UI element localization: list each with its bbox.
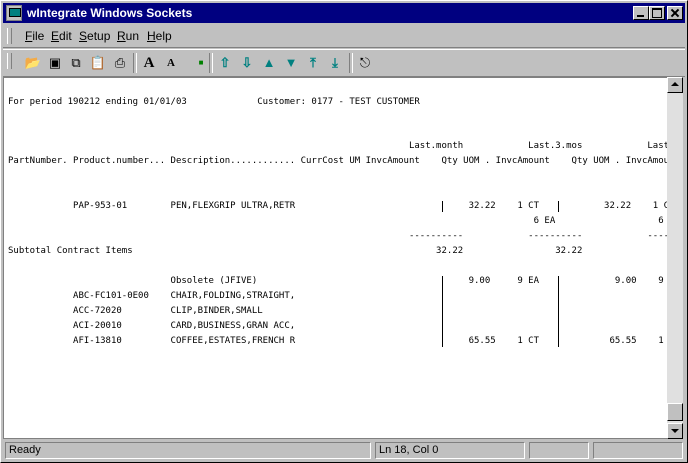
page-up-icon[interactable]: ▲ xyxy=(259,54,279,72)
menu-run[interactable]: Run xyxy=(117,29,139,43)
title-bar[interactable]: wIntegrate Windows Sockets xyxy=(3,3,685,23)
font-larger-icon[interactable]: A xyxy=(139,54,159,72)
vertical-scrollbar[interactable] xyxy=(667,77,683,439)
scroll-down-button[interactable] xyxy=(667,423,683,439)
menu-file[interactable]: File xyxy=(25,29,44,43)
menu-help[interactable]: Help xyxy=(147,29,172,43)
report-row: ACC-72020 CLIP,BINDER,SMALL xyxy=(8,306,263,316)
column-divider xyxy=(442,201,443,212)
status-text: Ready xyxy=(5,442,371,459)
page-down-icon[interactable]: ▼ xyxy=(281,54,301,72)
toolbar-separator xyxy=(133,53,137,73)
report-period-line: For period 190212 ending 01/01/03 Custom… xyxy=(8,97,420,107)
paste-icon[interactable]: 📋 xyxy=(88,54,108,72)
report-row: PAP-953-01 PEN,FLEXGRIP ULTRA,RETR 32.22… xyxy=(8,201,667,211)
maximize-button[interactable] xyxy=(649,6,665,20)
bottom-icon[interactable]: ⤓ xyxy=(325,54,345,72)
top-icon[interactable]: ⤒ xyxy=(303,54,323,72)
arrow-down-icon[interactable]: ⇩ xyxy=(237,54,257,72)
report-header-line-1: Last.month Last.3.mos Last.12mos xyxy=(8,141,667,151)
status-bar: Ready Ln 18, Col 0 xyxy=(3,441,685,461)
report-row: AFI-13810 COFFEE,ESTATES,FRENCH R 65.55 … xyxy=(8,336,667,346)
toolbar: 📂 ▣ ⧉ 📋 ⎙ A A ■ ⇧ ⇩ ▲ ▼ ⤒ ⤓ ⎋ xyxy=(3,49,685,77)
terminal-screen[interactable]: For period 190212 ending 01/01/03 Custom… xyxy=(3,77,667,439)
toolbar-separator xyxy=(209,53,213,73)
menubar-grip[interactable] xyxy=(7,28,12,44)
minimize-button[interactable] xyxy=(633,6,649,20)
menu-setup[interactable]: Setup xyxy=(79,29,110,43)
status-panel xyxy=(529,442,589,459)
menu-edit[interactable]: Edit xyxy=(51,29,72,43)
cursor-position: Ln 18, Col 0 xyxy=(375,442,525,459)
report-subtotal: Subtotal Contract Items 32.22 32.22 xyxy=(8,246,583,256)
close-button[interactable] xyxy=(667,6,683,20)
open-folder-icon[interactable]: 📂 xyxy=(23,54,43,72)
toolbar-grip[interactable] xyxy=(7,53,12,69)
app-icon[interactable] xyxy=(6,5,22,21)
connect-icon[interactable]: ⎋ xyxy=(355,54,375,72)
dot-icon[interactable]: ■ xyxy=(191,54,211,72)
scroll-up-button[interactable] xyxy=(667,77,683,93)
column-divider xyxy=(442,276,443,347)
column-divider xyxy=(558,276,559,347)
report-row: 6 EA 6 EA xyxy=(8,216,667,226)
report-header-line-2: PartNumber. Product.number... Descriptio… xyxy=(8,156,667,166)
scroll-thumb[interactable] xyxy=(667,403,683,421)
save-icon[interactable]: ▣ xyxy=(45,54,65,72)
report-row: Obsolete (JFIVE) 9.00 9 EA 9.00 9 EA xyxy=(8,276,667,286)
window-title: wIntegrate Windows Sockets xyxy=(27,6,193,20)
menu-bar: File Edit Setup Run Help xyxy=(3,25,685,48)
toolbar-separator xyxy=(349,53,353,73)
report-row: ACI-20010 CARD,BUSINESS,GRAN ACC, xyxy=(8,321,296,331)
column-divider xyxy=(558,201,559,212)
arrow-up-icon[interactable]: ⇧ xyxy=(215,54,235,72)
main-window: wIntegrate Windows Sockets File Edit Set… xyxy=(0,0,688,463)
print-icon[interactable]: ⎙ xyxy=(110,54,130,72)
status-panel xyxy=(593,442,683,459)
copy-icon[interactable]: ⧉ xyxy=(66,54,86,72)
font-smaller-icon[interactable]: A xyxy=(161,54,181,72)
report-row: ABC-FC101-0E00 CHAIR,FOLDING,STRAIGHT, xyxy=(8,291,296,301)
report-dashes: ---------- ---------- ---------- xyxy=(8,231,667,241)
